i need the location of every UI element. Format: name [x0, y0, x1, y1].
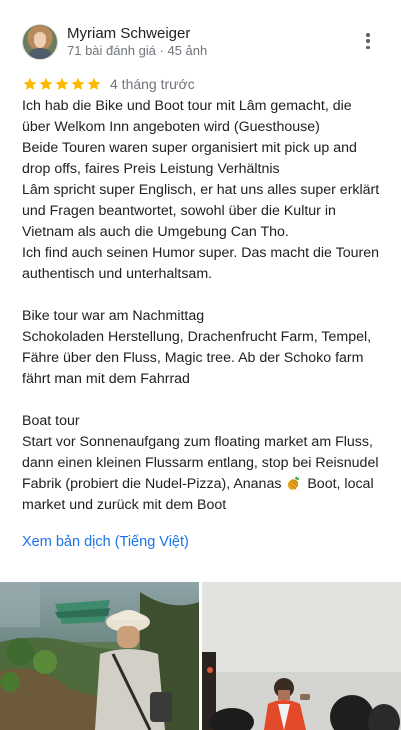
review-line-text: Vietnam als auch die Umgebung Can Tho.: [22, 224, 289, 240]
review-line: Ich hab die Bike und Boot tour mit Lâm g…: [22, 96, 382, 117]
review-line-text: Boat tour: [22, 413, 80, 429]
more-vert-icon[interactable]: [360, 31, 376, 51]
review-line-text: Start vor Sonnenaufgang zum floating mar…: [22, 434, 373, 450]
review-line: über Welkom Inn angeboten wird (Guesthou…: [22, 117, 382, 138]
review-line: Schokoladen Herstellung, Drachenfrucht F…: [22, 327, 382, 348]
review-line-text: fährt man mit dem Fahrrad: [22, 371, 190, 387]
review-line-text: Boot, local: [307, 476, 374, 492]
review-line-text: Lâm spricht super Englisch, er hat uns a…: [22, 182, 380, 198]
review-line-text: Bike tour war am Nachmittag: [22, 308, 205, 324]
review-photo-1[interactable]: [0, 582, 199, 730]
review-line: Fähre über den Fluss, Magic tree. Ab der…: [22, 348, 382, 369]
review-line-text: Beide Touren waren super organisiert mit…: [22, 140, 357, 156]
review-line-text: market und zurück mit dem Boot: [22, 497, 227, 513]
review-line-text: Ich find auch seinen Humor super. Das ma…: [22, 245, 379, 261]
review-line-text: dann einen kleinen Flussarm entlang, sto…: [22, 455, 379, 471]
rating-row: 4 tháng trước: [22, 74, 195, 94]
star-icon: [55, 77, 69, 90]
reviewer-meta: 71 bài đánh giá · 45 ảnh: [67, 43, 208, 58]
reviewer-name[interactable]: Myriam Schweiger: [67, 25, 190, 43]
review-time: 4 tháng trước: [110, 76, 195, 92]
review-text: Ich hab die Bike und Boot tour mit Lâm g…: [22, 96, 382, 516]
star-rating: [22, 76, 102, 92]
review-line-text: und Fragen beantwortet, sowohl über die …: [22, 203, 336, 219]
reviewer-avatar[interactable]: [22, 24, 58, 60]
star-icon: [39, 77, 53, 90]
star-icon: [71, 77, 85, 90]
review-line-text: drop offs, faires Preis Leistung Verhält…: [22, 161, 280, 177]
review-line: drop offs, faires Preis Leistung Verhält…: [22, 159, 382, 180]
star-icon: [87, 77, 101, 90]
review-line-text: Fähre über den Fluss, Magic tree. Ab der…: [22, 350, 364, 366]
pineapple-icon: [288, 476, 300, 490]
review-line: Fabrik (probiert die Nudel-Pizza), Anana…: [22, 474, 382, 495]
review-line: market und zurück mit dem Boot: [22, 495, 382, 516]
review-line: Start vor Sonnenaufgang zum floating mar…: [22, 432, 382, 453]
review-line-text: Fabrik (probiert die Nudel-Pizza), Anana…: [22, 476, 282, 492]
review-line: Beide Touren waren super organisiert mit…: [22, 138, 382, 159]
translate-link[interactable]: Xem bản dịch (Tiếng Việt): [22, 532, 189, 552]
review-line: Boat tour: [22, 411, 382, 432]
review-line-text: authentisch und unterhaltsam.: [22, 266, 213, 282]
review-line: authentisch und unterhaltsam.: [22, 264, 382, 285]
review-line: Vietnam als auch die Umgebung Can Tho.: [22, 222, 382, 243]
review-header: Myriam Schweiger 71 bài đánh giá · 45 ản…: [0, 0, 401, 70]
review-line-text: über Welkom Inn angeboten wird (Guesthou…: [22, 119, 320, 135]
review-line: dann einen kleinen Flussarm entlang, sto…: [22, 453, 382, 474]
review-line: Bike tour war am Nachmittag: [22, 306, 382, 327]
review-line-text: Schokoladen Herstellung, Drachenfrucht F…: [22, 329, 372, 345]
review-line: und Fragen beantwortet, sowohl über die …: [22, 201, 382, 222]
review-photos: [0, 582, 401, 730]
review-line: fährt man mit dem Fahrrad: [22, 369, 382, 390]
star-icon: [23, 77, 37, 90]
review-line-text: Ich hab die Bike und Boot tour mit Lâm g…: [22, 98, 352, 114]
review-photo-2[interactable]: [202, 582, 401, 730]
review-line: Lâm spricht super Englisch, er hat uns a…: [22, 180, 382, 201]
review-line: Ich find auch seinen Humor super. Das ma…: [22, 243, 382, 264]
